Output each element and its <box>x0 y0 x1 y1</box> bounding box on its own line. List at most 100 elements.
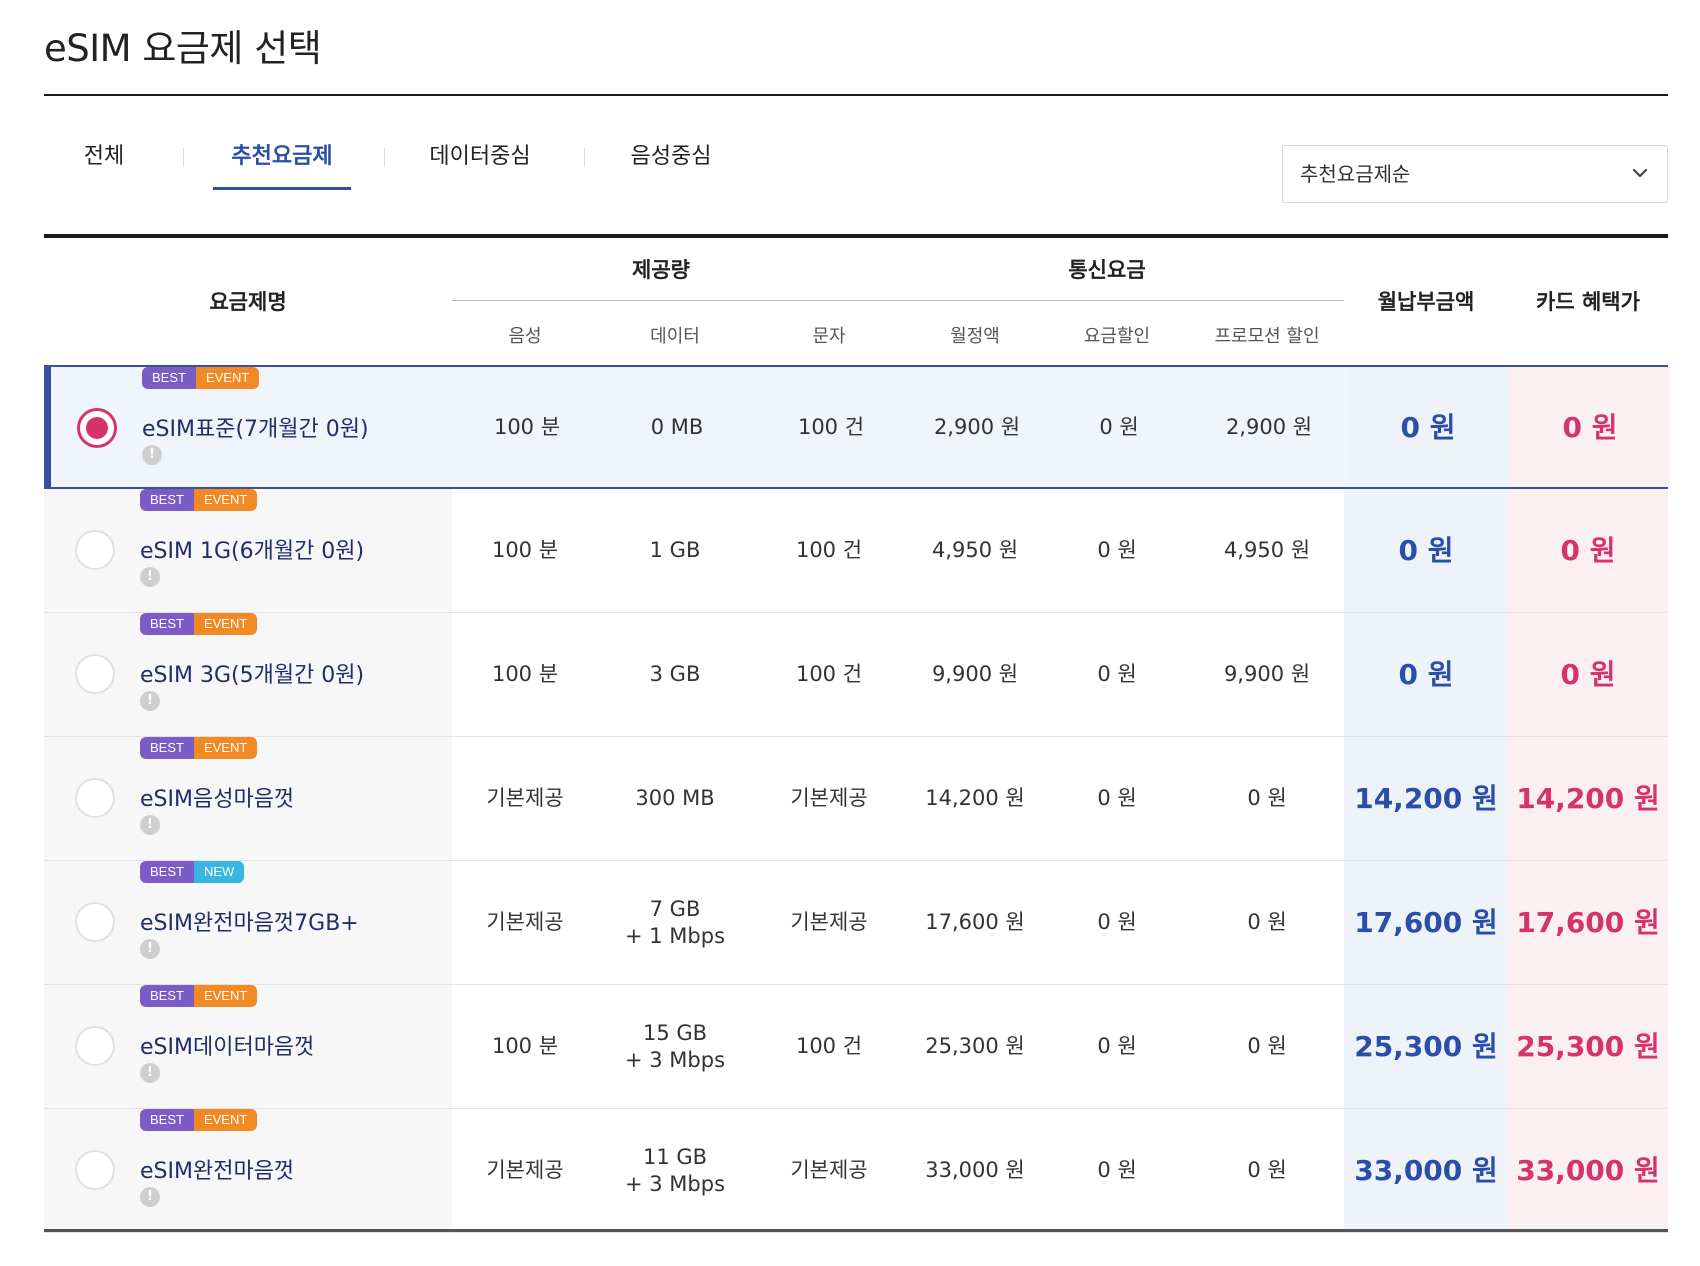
info-icon[interactable]: ! <box>140 815 160 835</box>
monthly-fee-value: 17,600 원 <box>925 910 1025 935</box>
tab-recommended[interactable]: 추천요금제 <box>213 132 351 190</box>
voice-value: 100 분 <box>493 414 561 439</box>
data-amount: 7 GB <box>649 897 701 922</box>
data-value: 0 MB <box>600 367 754 487</box>
badge-event: EVENT <box>193 613 258 635</box>
header-card-benefit: 카드 혜택가 <box>1536 290 1640 314</box>
plan-row-2[interactable]: BEST EVENT eSIM 1G(6개월간 0원) ! 100 분 1 GB… <box>44 489 1668 613</box>
monthly-pay-value: 14,200 원 <box>1354 782 1498 815</box>
monthly-pay-value: 25,300 원 <box>1354 1030 1498 1063</box>
badge-event: EVENT <box>193 737 258 759</box>
tab-separator <box>584 148 585 166</box>
badge-event: EVENT <box>193 985 258 1007</box>
data-amount: 11 GB <box>642 1145 708 1170</box>
badge-best: BEST <box>140 737 194 759</box>
voice-value: 기본제공 <box>486 910 564 935</box>
plan-badges: BEST EVENT <box>142 367 260 389</box>
data-value: 300 MB <box>598 737 752 860</box>
header-data: 데이터 <box>650 326 700 347</box>
plan-name[interactable]: eSIM 3G(5개월간 0원) <box>140 657 364 689</box>
plan-row-1[interactable]: BEST EVENT eSIM표준(7개월간 0원) ! 100 분 0 MB … <box>44 365 1670 489</box>
plan-radio[interactable] <box>75 1026 115 1066</box>
info-icon[interactable]: ! <box>140 1063 160 1083</box>
promo-discount-value: 0 원 <box>1247 1034 1287 1059</box>
plan-radio[interactable] <box>75 902 115 942</box>
card-benefit-value: 0 원 <box>1560 658 1616 691</box>
data-value: 3 GB <box>598 613 752 736</box>
data-value: 15 GB + 3 Mbps <box>598 985 752 1108</box>
fee-discount-value: 0 원 <box>1097 786 1137 811</box>
header-plan-name: 요금제명 <box>209 290 287 314</box>
plan-radio[interactable] <box>77 408 117 448</box>
plan-radio[interactable] <box>75 778 115 818</box>
data-speed: + 1 Mbps <box>624 923 726 948</box>
voice-value: 기본제공 <box>486 786 564 811</box>
plan-row-6[interactable]: BEST EVENT eSIM데이터마음껏 ! 100 분 15 GB + 3 M… <box>44 985 1668 1109</box>
tab-voice-focused[interactable]: 음성중심 <box>628 132 714 190</box>
fee-discount-value: 0 원 <box>1099 414 1139 439</box>
plan-radio[interactable] <box>75 654 115 694</box>
table-bottom-rule <box>44 1229 1668 1232</box>
tab-all[interactable]: 전체 <box>80 132 128 190</box>
promo-discount-value: 2,900 원 <box>1225 414 1313 439</box>
info-icon[interactable]: ! <box>140 939 160 959</box>
monthly-fee-value: 33,000 원 <box>925 1158 1025 1183</box>
plan-row-7[interactable]: BEST EVENT eSIM완전마음껏 ! 기본제공 11 GB + 3 Mbp… <box>44 1109 1668 1233</box>
header-promo-discount: 프로모션 할인 <box>1214 326 1320 347</box>
sms-value: 100 건 <box>797 414 865 439</box>
plan-row-5[interactable]: BEST NEW eSIM완전마음껏7GB+ ! 기본제공 7 GB + 1 Mb… <box>44 861 1668 985</box>
header-voice: 음성 <box>508 326 542 347</box>
info-icon[interactable]: ! <box>140 691 160 711</box>
monthly-fee-value: 9,900 원 <box>931 662 1019 687</box>
sms-value: 100 건 <box>795 1034 863 1059</box>
fee-discount-value: 0 원 <box>1097 662 1137 687</box>
selected-indicator-bar <box>44 365 51 489</box>
promo-discount-value: 4,950 원 <box>1223 538 1311 563</box>
sort-dropdown[interactable]: 추천요금제순 <box>1282 145 1668 203</box>
plan-name[interactable]: eSIM완전마음껏 <box>140 1153 294 1185</box>
plan-name[interactable]: eSIM 1G(6개월간 0원) <box>140 533 364 565</box>
badge-event: EVENT <box>193 1109 258 1131</box>
badge-best: BEST <box>140 489 194 511</box>
plan-row-4[interactable]: BEST EVENT eSIM음성마음껏 ! 기본제공 300 MB 기본제공 … <box>44 737 1668 861</box>
fee-discount-value: 0 원 <box>1097 910 1137 935</box>
data-speed: + 3 Mbps <box>624 1171 726 1196</box>
plan-name[interactable]: eSIM완전마음껏7GB+ <box>140 905 359 937</box>
voice-value: 기본제공 <box>486 1158 564 1183</box>
monthly-fee-value: 14,200 원 <box>925 786 1025 811</box>
sms-value: 기본제공 <box>790 786 868 811</box>
monthly-fee-value: 25,300 원 <box>925 1034 1025 1059</box>
voice-value: 100 분 <box>491 1034 559 1059</box>
card-benefit-value: 0 원 <box>1562 410 1618 444</box>
card-benefit-value: 14,200 원 <box>1516 782 1660 815</box>
plan-radio[interactable] <box>75 1150 115 1190</box>
monthly-fee-value: 2,900 원 <box>933 414 1021 439</box>
monthly-pay-value: 0 원 <box>1400 410 1456 444</box>
sms-value: 100 건 <box>795 662 863 687</box>
badge-best: BEST <box>140 1109 194 1131</box>
data-amount: 300 MB <box>635 786 715 811</box>
info-icon[interactable]: ! <box>140 1187 160 1207</box>
header-fee: 통신요금 <box>1068 258 1146 282</box>
header-fee-discount: 요금할인 <box>1083 326 1151 347</box>
plan-name[interactable]: eSIM음성마음껏 <box>140 781 294 813</box>
monthly-pay-value: 0 원 <box>1398 658 1454 691</box>
monthly-pay-value: 0 원 <box>1398 534 1454 567</box>
info-icon[interactable]: ! <box>140 567 160 587</box>
table-header: 요금제명 제공량 통신요금 음성 데이터 문자 월정액 요금할인 프로모션 할인… <box>44 238 1668 365</box>
data-amount: 1 GB <box>649 538 701 563</box>
info-icon[interactable]: ! <box>142 445 162 465</box>
plan-badges: BEST NEW <box>140 861 245 883</box>
tab-data-focused[interactable]: 데이터중심 <box>426 132 534 190</box>
plan-name[interactable]: eSIM표준(7개월간 0원) <box>142 411 369 443</box>
plan-name[interactable]: eSIM데이터마음껏 <box>140 1029 314 1061</box>
card-benefit-value: 0 원 <box>1560 534 1616 567</box>
fee-discount-value: 0 원 <box>1097 538 1137 563</box>
plan-badges: BEST EVENT <box>140 489 258 511</box>
voice-value: 100 분 <box>491 538 559 563</box>
page-title: eSIM 요금제 선택 <box>44 27 322 70</box>
plan-row-3[interactable]: BEST EVENT eSIM 3G(5개월간 0원) ! 100 분 3 GB… <box>44 613 1668 737</box>
promo-discount-value: 9,900 원 <box>1223 662 1311 687</box>
badge-best: BEST <box>140 861 194 883</box>
plan-radio[interactable] <box>75 530 115 570</box>
